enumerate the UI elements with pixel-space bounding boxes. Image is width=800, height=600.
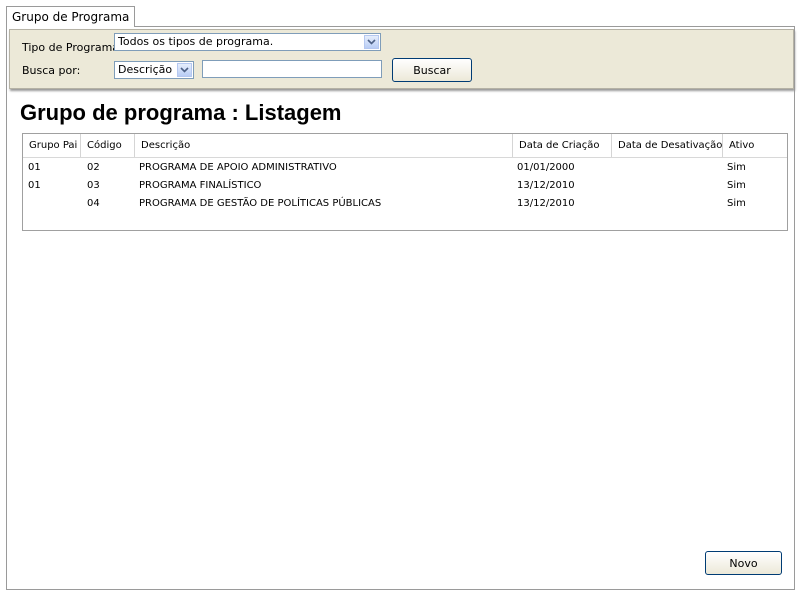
table-row[interactable]: 01 02 PROGRAMA DE APOIO ADMINISTRATIVO 0… (23, 159, 787, 177)
cell-ativo: Sim (727, 180, 746, 191)
cell-grupo-pai: 01 (28, 180, 41, 191)
program-group-table: Grupo Pai Código Descrição Data de Criaç… (22, 133, 788, 231)
page-title: Grupo de programa : Listagem (20, 100, 342, 125)
chevron-down-icon[interactable] (364, 35, 379, 49)
buscar-button[interactable]: Buscar (392, 58, 472, 82)
cell-codigo: 04 (87, 198, 100, 209)
column-header-ativo[interactable]: Ativo (723, 134, 787, 157)
cell-data-desativacao (613, 177, 618, 195)
table-row[interactable]: 01 03 PROGRAMA FINALÍSTICO 13/12/2010 Si… (23, 177, 787, 195)
cell-data-criacao: 13/12/2010 (517, 198, 575, 209)
column-header-data-criacao[interactable]: Data de Criação (513, 134, 612, 157)
busca-por-label: Busca por: (22, 64, 81, 77)
tipo-programa-value: Todos os tipos de programa. (118, 35, 274, 48)
tab-grupo-de-programa[interactable]: Grupo de Programa (6, 6, 136, 27)
column-header-grupo-pai[interactable]: Grupo Pai (23, 134, 81, 157)
cell-data-desativacao (613, 159, 618, 177)
busca-por-select[interactable]: Descrição (114, 61, 194, 79)
tipo-programa-select[interactable]: Todos os tipos de programa. (114, 33, 381, 51)
cell-data-criacao: 13/12/2010 (517, 180, 575, 191)
cell-codigo: 02 (87, 162, 100, 173)
novo-button[interactable]: Novo (705, 551, 782, 575)
chevron-down-icon[interactable] (177, 63, 192, 77)
column-header-descricao[interactable]: Descrição (135, 134, 513, 157)
cell-descricao: PROGRAMA FINALÍSTICO (139, 180, 262, 191)
cell-descricao: PROGRAMA DE APOIO ADMINISTRATIVO (139, 162, 337, 173)
tipo-programa-label: Tipo de Programa: (22, 41, 123, 54)
column-header-data-desativacao[interactable]: Data de Desativação (612, 134, 723, 157)
filter-panel: Tipo de Programa: Todos os tipos de prog… (9, 29, 794, 89)
cell-grupo-pai: 01 (28, 162, 41, 173)
table-header: Grupo Pai Código Descrição Data de Criaç… (23, 134, 787, 158)
search-input[interactable] (202, 60, 382, 78)
cell-descricao: PROGRAMA DE GESTÃO DE POLÍTICAS PÚBLICAS (139, 198, 382, 209)
cell-data-desativacao (613, 195, 618, 213)
cell-codigo: 03 (87, 180, 100, 191)
cell-data-criacao: 01/01/2000 (517, 162, 575, 173)
column-header-codigo[interactable]: Código (81, 134, 135, 157)
cell-ativo: Sim (727, 198, 746, 209)
table-row[interactable]: 04 PROGRAMA DE GESTÃO DE POLÍTICAS PÚBLI… (23, 195, 787, 213)
cell-ativo: Sim (727, 162, 746, 173)
cell-grupo-pai (23, 195, 28, 213)
busca-por-value: Descrição (118, 63, 173, 76)
